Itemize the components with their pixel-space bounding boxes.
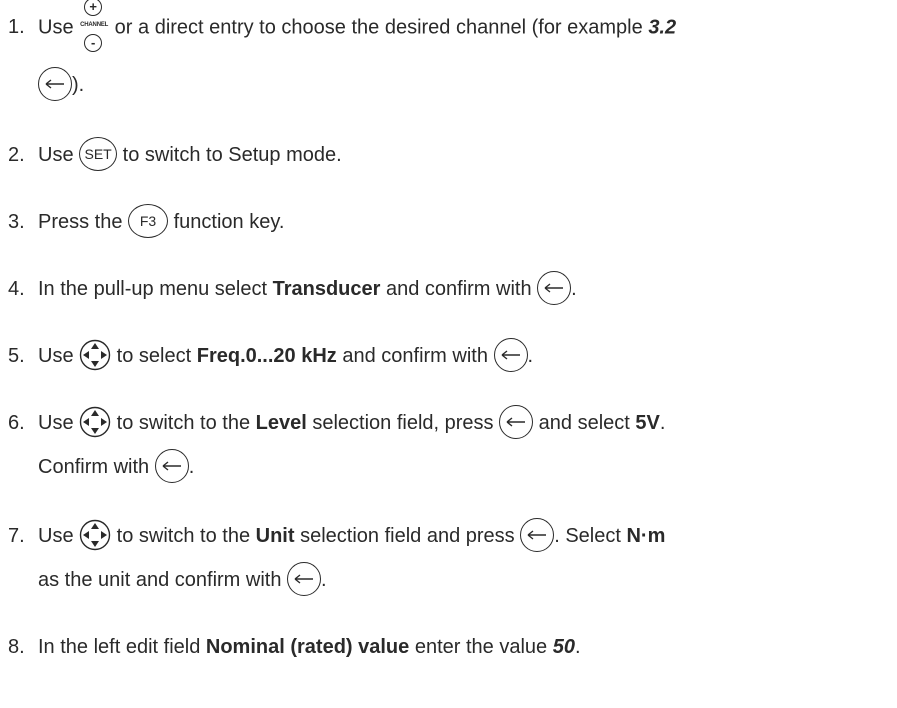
enter-key-icon [287, 561, 322, 596]
example-channel: 3.2 [648, 16, 677, 39]
step-7: 7. Use to switch to the Unit selection fi… [8, 511, 889, 561]
step-6: 6. Use to switch to the Level selection f… [8, 398, 889, 448]
step-8: 8. In the left edit field Nominal (rated)… [8, 622, 889, 672]
step-4: 4. In the pull-up menu select Transducer … [8, 264, 889, 314]
step-2: 2. Use SET to switch to Setup mode. [8, 130, 889, 180]
step-number: 7. [8, 525, 25, 547]
navigation-cross-icon [79, 339, 111, 371]
enter-key-icon [154, 448, 189, 483]
enter-key-icon [493, 337, 528, 372]
nominal-value: 50 [552, 636, 575, 658]
step-6-cont: Confirm with . [8, 442, 889, 492]
navigation-cross-icon [79, 519, 111, 551]
step-5: 5. Use to select Freq.0...20 kHz and conf… [8, 331, 889, 381]
navigation-cross-icon [79, 406, 111, 438]
step-number: 5. [8, 345, 25, 367]
enter-key-icon [499, 404, 534, 439]
step-number: 1. [8, 16, 25, 39]
f3-key-icon: F3 [128, 203, 169, 238]
step-3: 3. Press the F3 function key. [8, 197, 889, 247]
step-number: 4. [8, 278, 25, 300]
channel-plus-minus-icon: + CHANNEL - [80, 0, 109, 52]
enter-key-icon [38, 66, 72, 101]
set-key-icon: SET [79, 136, 118, 171]
enter-key-icon [520, 517, 555, 552]
step-1-cont: ). [8, 60, 889, 110]
step-number: 6. [8, 412, 25, 434]
step-1: 1. Use + CHANNEL - or a direct entry to cho… [8, 0, 889, 56]
step-number: 8. [8, 636, 25, 658]
step-number: 2. [8, 144, 25, 166]
step-7-cont: as the unit and confirm with . [8, 555, 889, 605]
step-number: 3. [8, 211, 25, 233]
enter-key-icon [537, 270, 572, 305]
